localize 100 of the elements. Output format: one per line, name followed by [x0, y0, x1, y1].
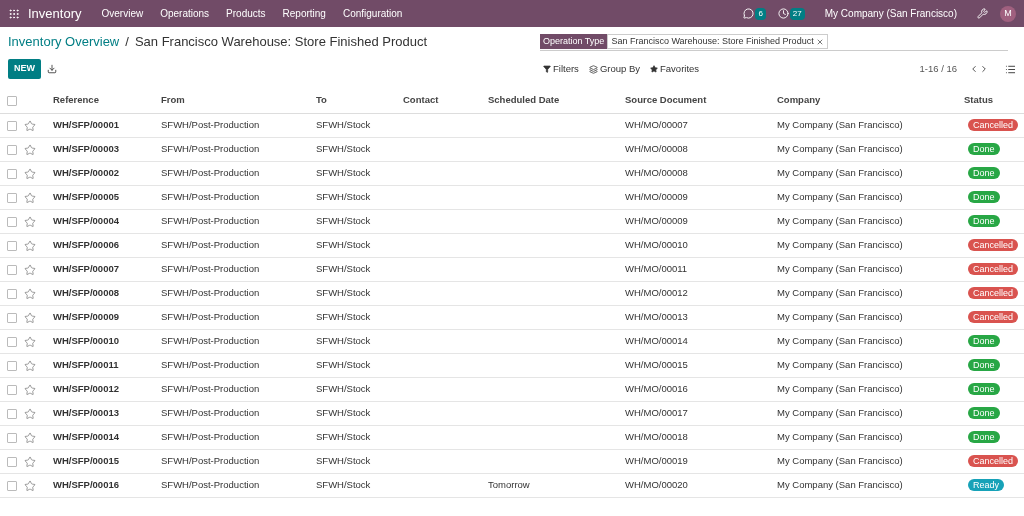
breadcrumb-current: San Francisco Warehouse: Store Finished Product	[134, 33, 428, 52]
row-checkbox[interactable]	[7, 264, 17, 275]
column-header[interactable]: Reference	[53, 93, 161, 108]
star-icon[interactable]	[24, 263, 36, 276]
company-switcher[interactable]: My Company (San Francisco)	[824, 6, 957, 21]
menu-item[interactable]: Overview	[101, 6, 144, 21]
filters-button[interactable]: Filters	[543, 61, 579, 77]
chat-icon[interactable]	[743, 8, 755, 19]
table-cell-text: SFWH/Stock	[316, 430, 372, 445]
table-cell-text: WH/MO/00009	[625, 214, 689, 229]
column-header[interactable]: To	[316, 93, 403, 108]
status-badge: Cancelled	[968, 311, 1019, 324]
filter-icon	[543, 65, 551, 73]
table-cell-text: SFWH/Stock	[316, 406, 372, 421]
star-icon[interactable]	[24, 287, 36, 300]
select-all-checkbox[interactable]	[7, 95, 17, 106]
messages-count: 6	[755, 7, 766, 20]
row-checkbox[interactable]	[7, 288, 17, 299]
star-icon[interactable]	[24, 167, 36, 180]
table-cell-text: WH/MO/00012	[625, 286, 689, 301]
star-icon[interactable]	[24, 239, 36, 252]
row-checkbox[interactable]	[7, 432, 17, 443]
debug-icon[interactable]	[977, 8, 988, 19]
star-icon[interactable]	[24, 479, 36, 492]
star-icon[interactable]	[24, 359, 36, 372]
table-cell-text: WH/SFP/00002	[53, 166, 120, 181]
menu-item[interactable]: Products	[226, 6, 266, 21]
table-cell-text: SFWH/Post-Production	[161, 286, 261, 301]
row-checkbox[interactable]	[7, 456, 17, 467]
column-header[interactable]: Status	[964, 93, 1024, 108]
menu-item[interactable]: Configuration	[342, 6, 403, 21]
table-cell-text: SFWH/Post-Production	[161, 382, 261, 397]
star-icon[interactable]	[24, 215, 36, 228]
table-cell-text: My Company (San Francisco)	[777, 166, 904, 181]
table-cell-text: My Company (San Francisco)	[777, 454, 904, 469]
pager: 1-16 / 16	[919, 61, 957, 76]
star-icon[interactable]	[24, 119, 36, 132]
row-checkbox[interactable]	[7, 408, 17, 419]
star-icon[interactable]	[24, 383, 36, 396]
table-cell-text: SFWH/Stock	[316, 166, 372, 181]
table-cell-text: My Company (San Francisco)	[777, 118, 904, 133]
table-cell-text: WH/MO/00007	[625, 118, 689, 133]
table-cell-text: SFWH/Stock	[316, 334, 372, 349]
row-checkbox[interactable]	[7, 480, 17, 491]
next-page-icon[interactable]	[979, 64, 989, 74]
status-badge: Done	[968, 383, 1000, 396]
status-badge: Ready	[968, 479, 1004, 492]
favorites-button[interactable]: Favorites	[650, 61, 700, 77]
star-icon[interactable]	[24, 191, 36, 204]
star-icon[interactable]	[24, 311, 36, 324]
row-checkbox[interactable]	[7, 168, 17, 179]
row-checkbox[interactable]	[7, 192, 17, 203]
table-cell-text: SFWH/Stock	[316, 382, 372, 397]
row-checkbox[interactable]	[7, 120, 17, 131]
user-avatar[interactable]: M	[1000, 5, 1016, 22]
breadcrumb-separator: /	[125, 33, 129, 52]
apps-menu-icon[interactable]	[8, 7, 20, 20]
table-cell-text: Tomorrow	[488, 478, 531, 493]
activities-count: 27	[789, 7, 805, 20]
column-header[interactable]: From	[161, 93, 316, 108]
table-cell-text: SFWH/Stock	[316, 478, 372, 493]
table-cell-text: WH/MO/00015	[625, 358, 689, 373]
list-view-icon[interactable]	[1005, 63, 1016, 75]
row-checkbox[interactable]	[7, 336, 17, 347]
clock-icon[interactable]	[777, 8, 789, 19]
download-icon[interactable]	[47, 64, 57, 74]
column-header[interactable]: Contact	[403, 93, 488, 108]
column-header[interactable]: Scheduled Date	[488, 93, 625, 108]
new-button[interactable]: NEW	[8, 59, 41, 79]
star-icon[interactable]	[24, 455, 36, 468]
star-icon[interactable]	[24, 335, 36, 348]
row-checkbox[interactable]	[7, 312, 17, 323]
search-field[interactable]: Operation Type San Francisco Warehouse: Store Finished Product	[540, 33, 1008, 51]
row-checkbox[interactable]	[7, 216, 17, 227]
table-cell-text: WH/MO/00017	[625, 406, 689, 421]
table-cell-text: SFWH/Stock	[316, 190, 372, 205]
table-cell-text: WH/MO/00008	[625, 142, 689, 157]
app-title[interactable]: Inventory	[28, 3, 82, 24]
remove-facet-icon[interactable]	[815, 37, 824, 46]
table-cell-text: SFWH/Post-Production	[161, 454, 261, 469]
row-checkbox[interactable]	[7, 144, 17, 155]
group-by-button[interactable]: Group By	[588, 61, 640, 77]
star-icon[interactable]	[24, 143, 36, 156]
table-cell-text: SFWH/Post-Production	[161, 214, 261, 229]
table-cell-text: SFWH/Post-Production	[161, 478, 261, 493]
table-cell-text: SFWH/Stock	[316, 118, 372, 133]
table-cell-text: SFWH/Post-Production	[161, 334, 261, 349]
row-checkbox[interactable]	[7, 384, 17, 395]
row-checkbox[interactable]	[7, 360, 17, 371]
breadcrumb-link[interactable]: Inventory Overview	[8, 32, 120, 52]
table-cell-text: SFWH/Post-Production	[161, 310, 261, 325]
star-icon[interactable]	[24, 407, 36, 420]
menu-item[interactable]: Reporting	[282, 6, 326, 21]
column-header[interactable]: Company	[777, 93, 964, 108]
previous-page-icon[interactable]	[969, 64, 979, 74]
row-checkbox[interactable]	[7, 240, 17, 251]
column-header[interactable]: Source Document	[625, 93, 777, 108]
table-cell-text: SFWH/Post-Production	[161, 238, 261, 253]
star-icon[interactable]	[24, 431, 36, 444]
menu-item[interactable]: Operations	[160, 6, 210, 21]
